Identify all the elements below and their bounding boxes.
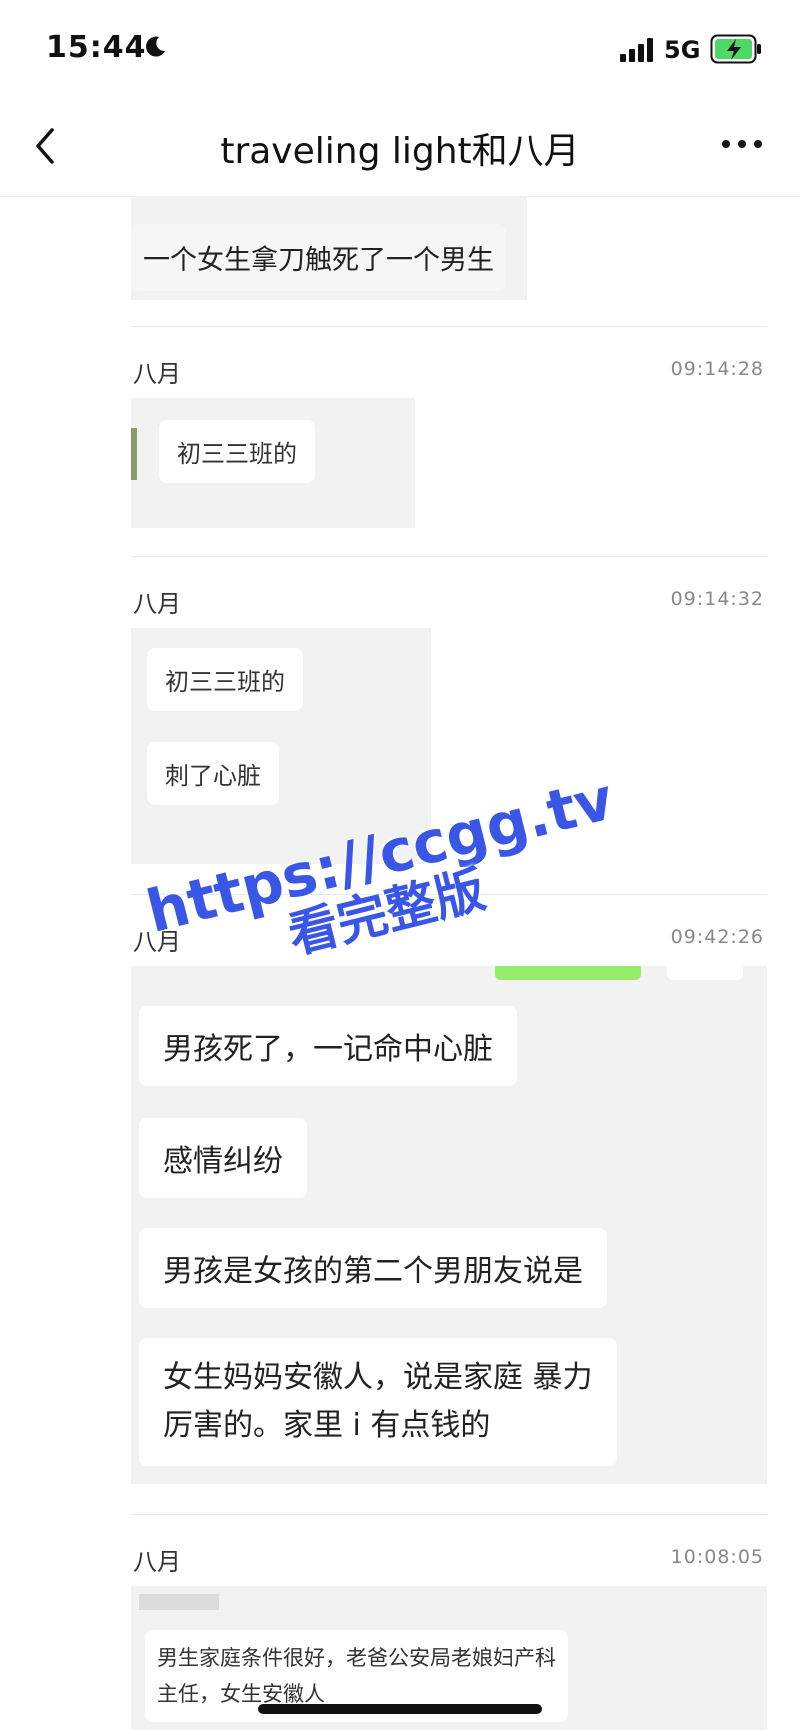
battery-charging-icon	[710, 34, 761, 64]
back-arrow-icon[interactable]	[28, 122, 62, 170]
bubble-line: 女生妈妈安徽人，说是家庭 暴力	[163, 1360, 593, 1395]
signal-icon	[620, 38, 653, 62]
message-bubble-multiline: 女生妈妈安徽人，说是家庭 暴力 厉害的。家里 i 有点钱的	[139, 1338, 617, 1466]
message-bubble: 一个女生拿刀触死了一个男生	[131, 224, 506, 291]
image-edge	[131, 428, 137, 480]
message-time: 09:42:26	[670, 926, 764, 948]
message-bubble: 感情纠纷	[139, 1118, 307, 1198]
divider	[131, 326, 767, 327]
moon-icon	[146, 36, 165, 57]
divider	[131, 556, 767, 557]
divider	[131, 1514, 767, 1515]
message-card[interactable]: 男孩死了，一记命中心脏 感情纠纷 男孩是女孩的第二个男朋友说是 女生妈妈安徽人，…	[131, 966, 767, 1484]
status-bar: 15:44 5G	[0, 0, 800, 100]
message-card[interactable]: 初三三班的	[131, 398, 415, 528]
status-time: 15:44	[46, 30, 147, 65]
message-bubble: 男孩死了，一记命中心脏	[139, 1006, 517, 1086]
sender-name: 八月	[133, 590, 181, 618]
message-bubble: 刺了心脏	[147, 742, 279, 805]
chat-header: traveling light和八月	[0, 100, 800, 197]
message-bubble: 男孩是女孩的第二个男朋友说是	[139, 1228, 607, 1308]
message-card[interactable]: 一个女生拿刀触死了一个男生	[131, 196, 527, 300]
sender-name: 八月	[133, 1548, 181, 1576]
more-options-icon[interactable]	[720, 134, 764, 154]
divider	[131, 894, 767, 895]
green-bubble-fragment	[495, 966, 641, 980]
message-time: 10:08:05	[670, 1546, 764, 1568]
message-bubble: 初三三班的	[159, 420, 315, 483]
blurred-name	[139, 1594, 219, 1610]
chat-title: traveling light和八月	[220, 131, 580, 172]
message-time: 09:14:28	[670, 358, 764, 380]
bubble-line: 男生家庭条件很好，老爸公安局老娘妇产科	[157, 1646, 556, 1670]
message-time: 09:14:32	[670, 588, 764, 610]
message-card[interactable]: 初三三班的 刺了心脏	[131, 628, 431, 864]
home-indicator[interactable]	[258, 1704, 542, 1714]
network-type: 5G	[664, 36, 701, 64]
chat-history: 一个女生拿刀触死了一个男生 八月 09:14:28 初三三班的 八月 09:14…	[0, 196, 800, 1730]
message-bubble: 初三三班的	[147, 648, 303, 711]
white-bubble-fragment	[667, 966, 743, 980]
sender-name: 八月	[133, 928, 181, 956]
sender-name: 八月	[133, 360, 181, 388]
bubble-line: 厉害的。家里 i 有点钱的	[163, 1408, 491, 1443]
